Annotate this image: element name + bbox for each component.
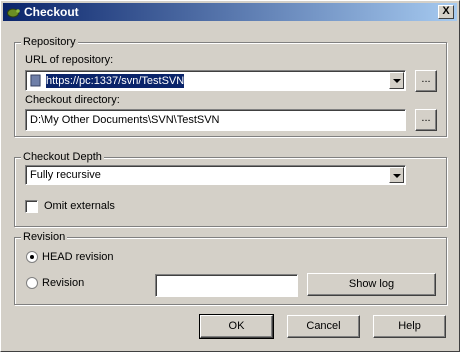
repository-legend: Repository bbox=[21, 35, 78, 49]
checkout-dir-input[interactable]: D:\My Other Documents\SVN\TestSVN bbox=[25, 109, 406, 131]
depth-legend: Checkout Depth bbox=[21, 150, 104, 164]
depth-value: Fully recursive bbox=[30, 169, 101, 181]
revision-radio[interactable] bbox=[26, 277, 38, 289]
show-log-button[interactable]: Show log bbox=[307, 273, 436, 296]
title-bar: Checkout X bbox=[3, 3, 457, 21]
repository-icon bbox=[30, 74, 41, 87]
ok-button[interactable]: OK bbox=[199, 314, 274, 339]
url-value: https://pc:1337/svn/TestSVN bbox=[46, 74, 185, 88]
revision-label[interactable]: Revision bbox=[42, 277, 84, 290]
omit-externals-checkbox[interactable] bbox=[25, 200, 38, 213]
head-revision-radio[interactable] bbox=[26, 251, 38, 263]
tortoise-icon bbox=[7, 8, 20, 18]
omit-externals-label[interactable]: Omit externals bbox=[44, 200, 115, 213]
chevron-down-icon[interactable] bbox=[389, 72, 404, 89]
url-label: URL of repository: bbox=[25, 54, 113, 67]
url-label-text: URL of repository: bbox=[25, 54, 114, 66]
revision-legend: Revision bbox=[21, 230, 68, 244]
checkout-dialog: Checkout X Repository URL of repository:… bbox=[0, 0, 460, 352]
depth-select[interactable]: Fully recursive bbox=[25, 165, 406, 185]
dir-label: Checkout directory: bbox=[25, 94, 120, 107]
dir-value: D:\My Other Documents\SVN\TestSVN bbox=[30, 114, 220, 126]
browse-dir-button[interactable]: ... bbox=[415, 109, 437, 131]
chevron-down-icon[interactable] bbox=[389, 167, 404, 183]
revision-input[interactable] bbox=[155, 274, 298, 297]
cancel-button[interactable]: Cancel bbox=[287, 315, 360, 338]
close-button[interactable]: X bbox=[438, 5, 454, 19]
help-button[interactable]: Help bbox=[373, 315, 446, 338]
window-title: Checkout bbox=[24, 5, 79, 19]
dir-label-text: Checkout directory: bbox=[25, 94, 120, 106]
url-combobox[interactable]: https://pc:1337/svn/TestSVN bbox=[25, 70, 406, 91]
browse-url-button[interactable]: ... bbox=[415, 70, 437, 92]
head-revision-label[interactable]: HEAD revision bbox=[42, 251, 114, 264]
